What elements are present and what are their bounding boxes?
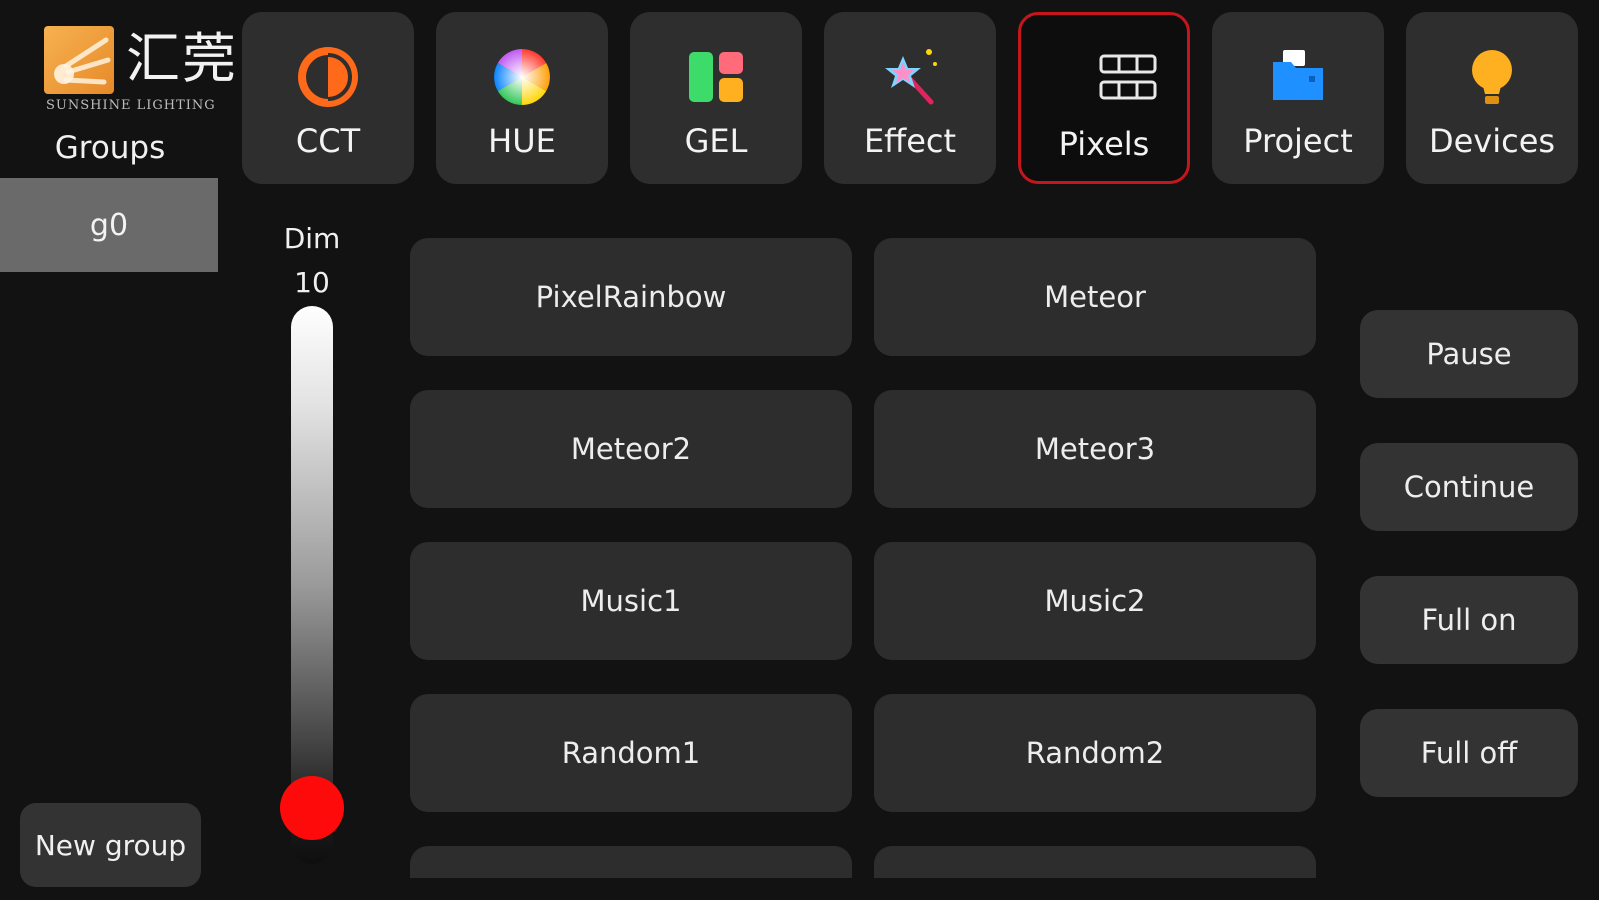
continue-button[interactable]: Continue [1360,443,1578,531]
tab-cct[interactable]: CCT [242,12,414,184]
tab-label: Effect [863,122,957,160]
effect-button-random2[interactable]: Random2 [874,694,1316,812]
app-window: 汇莞 SUNSHINE LIGHTING Groups g0 New group… [0,0,1599,900]
tab-label: CCT [295,122,361,160]
tab-label: Pixels [1058,125,1150,163]
effect-button-meteor3[interactable]: Meteor3 [874,390,1316,508]
full-on-button[interactable]: Full on [1360,576,1578,664]
magic-wand-icon [875,42,945,112]
pixels-grid-icon [1095,42,1165,112]
full-off-button[interactable]: Full off [1360,709,1578,797]
half-circle-icon [293,42,363,112]
tab-hue[interactable]: HUE [436,12,608,184]
pause-button[interactable]: Pause [1360,310,1578,398]
effect-button-random1[interactable]: Random1 [410,694,852,812]
tab-effect[interactable]: Effect [824,12,996,184]
folder-icon [1263,42,1333,112]
gel-swatches-icon [681,42,751,112]
effect-button-partial[interactable] [874,846,1316,878]
tab-label: Devices [1428,122,1556,160]
effect-button-pixelrainbow[interactable]: PixelRainbow [410,238,852,356]
dim-value: 10 [294,266,330,299]
effect-button-partial[interactable] [410,846,852,878]
group-item-g0[interactable]: g0 [0,178,218,272]
tab-pixels[interactable]: Pixels [1018,12,1190,184]
tab-label: GEL [684,122,748,160]
effect-button-meteor2[interactable]: Meteor2 [410,390,852,508]
groups-title: Groups [54,130,166,166]
brand-name-en: SUNSHINE LIGHTING [46,98,216,113]
tab-devices[interactable]: Devices [1406,12,1578,184]
brand-name-cn: 汇莞 [126,27,238,90]
sunshine-logo-icon [44,26,114,94]
dim-slider-knob[interactable] [280,776,344,840]
brand-logo: 汇莞 SUNSHINE LIGHTING [44,24,236,120]
color-wheel-icon [487,42,557,112]
effect-button-meteor[interactable]: Meteor [874,238,1316,356]
effect-button-music2[interactable]: Music2 [874,542,1316,660]
lightbulb-icon [1457,42,1527,112]
tab-project[interactable]: Project [1212,12,1384,184]
tab-label: HUE [488,122,556,160]
dim-label: Dim [283,222,341,255]
tab-gel[interactable]: GEL [630,12,802,184]
tab-label: Project [1243,122,1353,160]
effect-button-music1[interactable]: Music1 [410,542,852,660]
new-group-button[interactable]: New group [20,803,201,887]
